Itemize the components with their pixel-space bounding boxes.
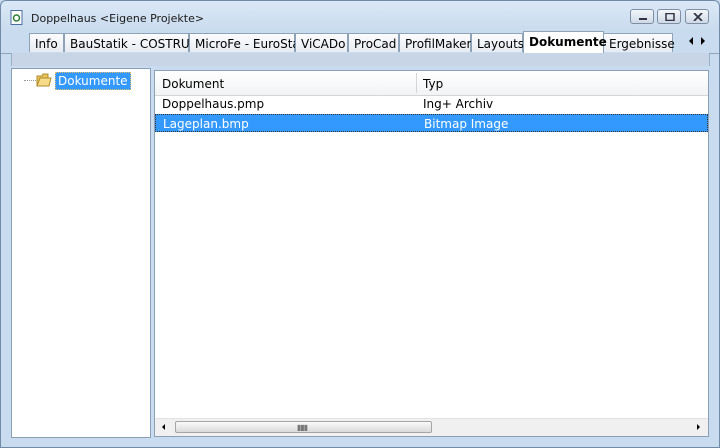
tab-ergebnisse[interactable]: Ergebnisse [603,33,675,52]
cell-dokument: Doppelhaus.pmp [162,97,265,111]
close-icon [693,13,703,21]
tab-profilmaker[interactable]: ProfilMaker [399,33,471,52]
list-item-selected[interactable]: Lageplan.bmp Bitmap Image [155,114,708,132]
tab-strip: Info BauStatik - COSTRUC MicroFe - EuroS… [1,31,719,54]
tab-info[interactable]: Info [29,33,64,52]
title-bar[interactable]: Doppelhaus <Eigene Projekte> [1,1,719,29]
tab-baustatik[interactable]: BauStatik - COSTRUC [64,33,198,52]
window-title: Doppelhaus <Eigene Projekte> [31,12,205,25]
scrollbar-thumb[interactable]: ▮▮▮ [175,421,432,433]
cell-typ: Bitmap Image [424,117,509,131]
tab-microfe[interactable]: MicroFe - EuroSta [189,33,300,52]
cell-typ: Ing+ Archiv [423,97,494,111]
app-window: Doppelhaus <Eigene Projekte> Info BauSta… [0,0,720,448]
toolbar-strip [11,53,710,66]
tree-node-dokumente[interactable]: Dokumente [55,72,131,90]
scroll-left-icon[interactable] [159,422,169,432]
cell-dokument: Lageplan.bmp [163,117,249,131]
column-header-typ[interactable]: Typ [423,77,443,91]
scroll-right-icon[interactable] [693,422,703,432]
tab-layouts[interactable]: Layouts [471,33,524,52]
tree-pane: Dokumente [11,68,151,438]
grip-icon: ▮▮▮ [297,423,308,432]
tab-scroll-right-icon[interactable] [698,35,708,47]
tab-dokumente[interactable]: Dokumente [523,31,607,53]
minimize-button[interactable] [630,9,654,24]
minimize-icon [639,18,647,20]
tab-scroll-left-icon[interactable] [686,35,696,47]
tab-vicado[interactable]: ViCADo [295,33,348,52]
list-item[interactable]: Doppelhaus.pmp Ing+ Archiv [155,95,708,113]
column-separator[interactable] [416,73,417,93]
horizontal-scrollbar[interactable]: ▮▮▮ [155,418,708,436]
document-list: Dokument Typ Doppelhaus.pmp Ing+ Archiv … [154,70,709,437]
maximize-button[interactable] [657,9,681,24]
column-header-dokument[interactable]: Dokument [162,77,224,91]
document-app-icon [10,10,23,25]
maximize-icon [665,13,675,21]
close-button[interactable] [685,9,709,24]
folder-icon [36,73,52,87]
list-header: Dokument Typ [155,71,708,96]
tab-procad[interactable]: ProCad [348,33,399,52]
